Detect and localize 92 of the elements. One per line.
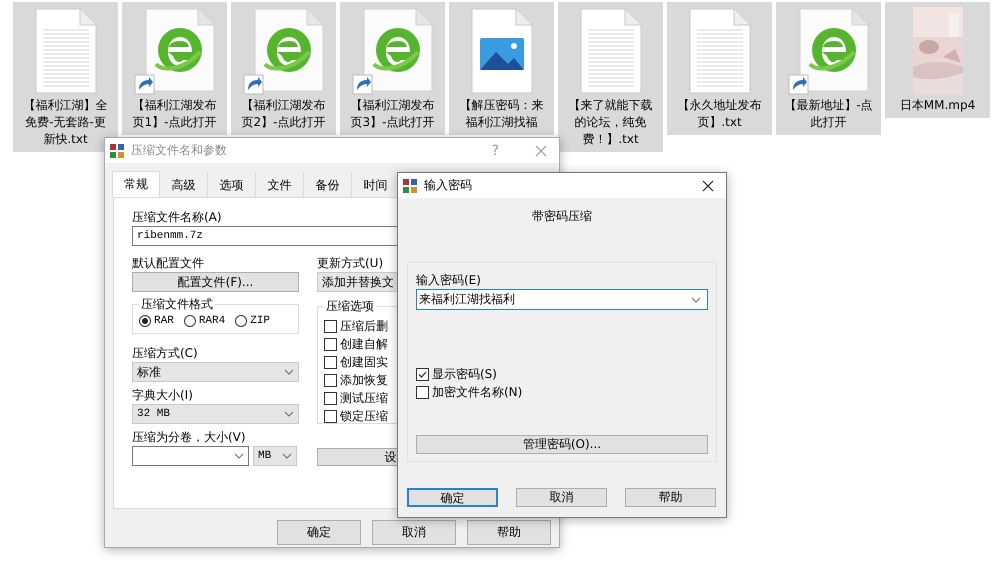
- field-label: 默认配置文件: [132, 255, 204, 272]
- file-item[interactable]: 【福利江湖】全 免费-无套路-更 新快.txt: [13, 2, 118, 152]
- file-name: 费！】.txt: [582, 131, 639, 148]
- radio-button[interactable]: [235, 315, 248, 327]
- checkbox[interactable]: [416, 386, 429, 398]
- tab[interactable]: 常规: [112, 171, 160, 197]
- file-item[interactable]: 日本MM.mp4: [885, 2, 990, 118]
- radio-label: RAR4: [198, 315, 226, 327]
- caret-icon: [284, 411, 294, 417]
- checkbox[interactable]: [324, 410, 337, 422]
- password-field[interactable]: 来福利江湖找福利: [416, 289, 708, 310]
- file-item[interactable]: 【来了就能下载 的论坛，纯免 费！】.txt: [558, 2, 663, 152]
- file-name: 【福利江湖发布: [242, 97, 326, 114]
- field-label: 更新方式(U): [317, 255, 384, 272]
- caret-icon: [284, 369, 294, 375]
- file-name: 页1】-点此打开: [132, 114, 216, 131]
- dialog-button[interactable]: 确定: [277, 520, 361, 545]
- caret-icon: [282, 453, 292, 459]
- file-name: 日本MM.mp4: [900, 97, 976, 114]
- dialog-button[interactable]: 帮助: [467, 520, 551, 545]
- dialog-heading: 带密码压缩: [531, 208, 593, 225]
- window-title: 输入密码: [424, 177, 472, 194]
- file-name: 页】.txt: [697, 114, 742, 131]
- browser-shortcut-icon: [788, 6, 870, 96]
- checkbox-label: 创建自解: [340, 336, 388, 352]
- dictionary-size-dropdown[interactable]: 32 MB: [132, 404, 299, 424]
- checkbox-label: 压缩后删: [340, 318, 388, 334]
- dialog-button[interactable]: 确定: [407, 488, 498, 507]
- file-name: 页3】-点此打开: [350, 114, 434, 131]
- file-item[interactable]: 【永久地址发布 页】.txt: [667, 2, 772, 135]
- field-label: 压缩方式(C): [132, 345, 198, 362]
- file-name: 免费-无套路-更: [25, 114, 106, 131]
- checkbox[interactable]: [416, 368, 429, 380]
- file-name: 福利江湖找福: [466, 114, 538, 131]
- caret-icon: [691, 296, 701, 302]
- dialog-button[interactable]: 帮助: [625, 488, 716, 507]
- file-item[interactable]: 【福利江湖发布 页2】-点此打开: [231, 2, 336, 135]
- file-name: 【福利江湖发布: [350, 97, 434, 114]
- image-file-icon: [470, 8, 532, 94]
- file-item[interactable]: 【福利江湖发布 页3】-点此打开: [340, 2, 445, 135]
- checkbox[interactable]: [324, 338, 337, 350]
- checkbox[interactable]: [324, 374, 337, 386]
- caret-icon: [234, 453, 244, 459]
- field-label: 压缩为分卷，大小(V): [132, 429, 246, 446]
- split-size-field[interactable]: [132, 446, 249, 466]
- checkbox-label: 测试压缩: [340, 390, 388, 406]
- unit-dropdown[interactable]: MB: [253, 446, 297, 466]
- manage-passwords-button[interactable]: 管理密码(O)...: [416, 435, 708, 454]
- field-label: 字典大小(I): [132, 387, 193, 404]
- file-name: 【福利江湖】全: [24, 97, 108, 114]
- file-name: 【来了就能下载: [568, 97, 652, 114]
- checkbox-label: 锁定压缩: [340, 408, 388, 424]
- archive-app-icon: [109, 142, 125, 158]
- checkbox[interactable]: [324, 356, 337, 368]
- profile-button[interactable]: 配置文件(F)...: [132, 272, 299, 292]
- close-icon[interactable]: [702, 180, 714, 192]
- group-title: 压缩文件格式: [139, 296, 215, 313]
- text-file-icon: [688, 8, 750, 94]
- radio-button[interactable]: [139, 315, 151, 327]
- archive-app-icon: [402, 178, 418, 194]
- dialog-button[interactable]: 取消: [516, 488, 607, 507]
- checkbox-label: 加密文件名称(N): [432, 384, 522, 400]
- file-name: 【永久地址发布: [678, 97, 762, 114]
- compression-method-dropdown[interactable]: 标准: [132, 362, 299, 382]
- file-name: 新快.txt: [43, 131, 88, 148]
- checkbox[interactable]: [324, 392, 337, 404]
- file-item[interactable]: 【福利江湖发布 页1】-点此打开: [122, 2, 227, 135]
- dialog-button[interactable]: 取消: [372, 520, 456, 545]
- file-name: 【解压密码：来: [460, 97, 544, 114]
- text-file-icon: [580, 8, 642, 94]
- file-name: 的论坛，纯免: [574, 114, 646, 131]
- checkbox-label: 创建固实: [340, 354, 388, 370]
- file-item[interactable]: 【解压密码：来 福利江湖找福: [449, 2, 554, 135]
- radio-button[interactable]: [184, 315, 196, 327]
- checkbox[interactable]: [324, 320, 337, 332]
- checkbox-label: 显示密码(S): [432, 366, 497, 382]
- file-item[interactable]: 【最新地址】-点 此打开: [776, 2, 881, 135]
- file-name: 此打开: [810, 114, 846, 131]
- browser-shortcut-icon: [242, 6, 324, 96]
- text-file-icon: [34, 8, 96, 94]
- checkbox-label: 添加恢复: [340, 372, 388, 388]
- field-label: 输入密码(E): [416, 272, 481, 289]
- file-name: 【最新地址】-点: [784, 97, 873, 114]
- radio-label: ZIP: [250, 315, 270, 327]
- radio-label: RAR: [154, 315, 174, 327]
- group-title: 压缩选项: [324, 298, 376, 315]
- window-title: 压缩文件名和参数: [131, 142, 227, 159]
- browser-shortcut-icon: [134, 6, 216, 96]
- file-name: 【福利江湖发布: [132, 97, 216, 114]
- browser-shortcut-icon: [352, 6, 434, 96]
- file-name: 页2】-点此打开: [242, 114, 326, 131]
- field-label: 压缩文件名称(A): [132, 209, 222, 226]
